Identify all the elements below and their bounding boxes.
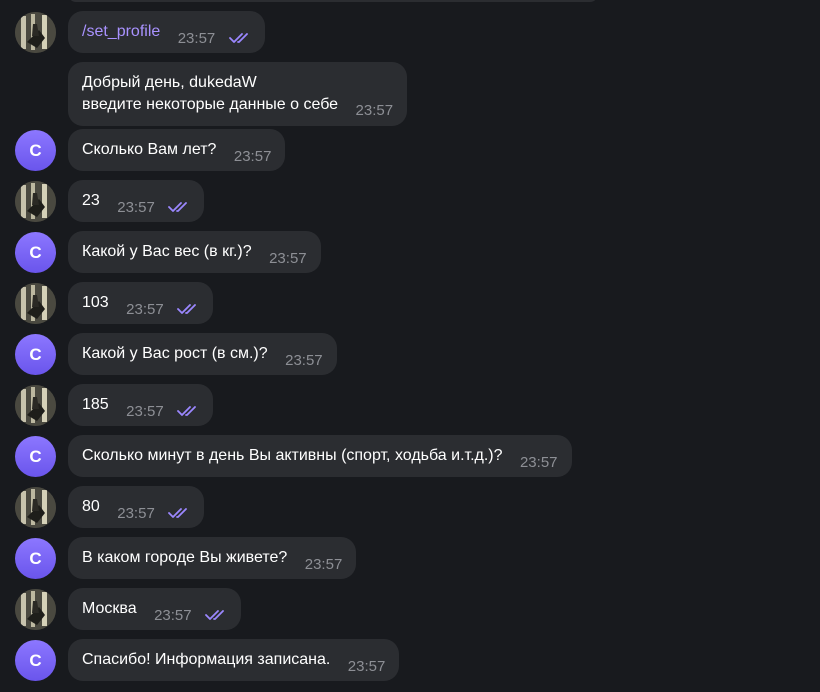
double-check-icon xyxy=(228,31,251,49)
bot-avatar[interactable]: C xyxy=(15,130,56,171)
user-avatar[interactable] xyxy=(15,181,56,222)
message-time: 23:57 xyxy=(126,301,164,318)
message-time: 23:57 xyxy=(355,102,394,119)
message-text: Москва xyxy=(82,600,137,617)
message-bubble[interactable]: 80 23:57 xyxy=(68,486,205,528)
bot-avatar[interactable]: C xyxy=(15,334,56,375)
message-time: 23:57 xyxy=(126,403,164,420)
message-bubble[interactable]: В каком городе Вы живете? 23:57 xyxy=(68,537,357,579)
message-row-bot: Добрый день, dukedaW введите некоторые д… xyxy=(15,62,820,126)
bot-avatar[interactable]: C xyxy=(15,232,56,273)
message-bubble[interactable]: Какой у Вас рост (в см.)? 23:57 xyxy=(68,333,337,375)
user-avatar[interactable] xyxy=(15,283,56,324)
message-row-user: Москва 23:57 xyxy=(15,588,820,630)
message-row-user: /set_profile 23:57 xyxy=(15,11,820,53)
message-text: 103 xyxy=(82,294,109,311)
user-avatar[interactable] xyxy=(15,385,56,426)
message-text: 185 xyxy=(82,396,109,413)
message-text: Какой у Вас рост (в см.)? xyxy=(82,345,268,362)
user-avatar[interactable] xyxy=(15,589,56,630)
chat-history: /set_profile 23:57 Добрый день, dukedaW … xyxy=(0,0,820,692)
user-photo-icon xyxy=(15,181,56,222)
message-time: 23:57 xyxy=(269,250,307,267)
message-row-bot: C В каком городе Вы живете? 23:57 xyxy=(15,537,820,579)
message-text: 23 xyxy=(82,192,100,209)
message-bubble[interactable]: Сколько Вам лет? 23:57 xyxy=(68,129,286,171)
message-bubble[interactable]: Москва 23:57 xyxy=(68,588,242,630)
message-time: 23:57 xyxy=(154,607,192,624)
message-text: Сколько Вам лет? xyxy=(82,141,217,158)
previous-message-bubble-edge xyxy=(68,0,598,2)
message-bubble[interactable]: 185 23:57 xyxy=(68,384,214,426)
message-time: 23:57 xyxy=(233,148,272,165)
message-bubble[interactable]: Сколько минут в день Вы активны (спорт, … xyxy=(68,435,572,477)
message-row-bot: C Какой у Вас рост (в см.)? 23:57 xyxy=(15,333,820,375)
message-bubble[interactable]: 23 23:57 xyxy=(68,180,205,222)
message-text: Спасибо! Информация записана. xyxy=(82,651,331,668)
command-link[interactable]: /set_profile xyxy=(82,21,160,43)
user-photo-icon xyxy=(15,283,56,324)
user-photo-icon xyxy=(15,385,56,426)
message-time: 23:57 xyxy=(117,505,155,522)
double-check-icon xyxy=(205,608,227,626)
message-text-line2: введите некоторые данные о себе xyxy=(82,96,339,113)
message-time: 23:57 xyxy=(177,30,216,47)
user-avatar[interactable] xyxy=(15,12,56,53)
message-bubble[interactable]: Добрый день, dukedaW введите некоторые д… xyxy=(68,62,408,126)
double-check-icon xyxy=(177,302,199,320)
message-row-bot: C Спасибо! Информация записана. 23:57 xyxy=(15,639,820,681)
user-avatar[interactable] xyxy=(15,487,56,528)
message-bubble[interactable]: Какой у Вас вес (в кг.)? 23:57 xyxy=(68,231,321,273)
message-row-user: 80 23:57 xyxy=(15,486,820,528)
user-photo-icon xyxy=(15,589,56,630)
message-bubble[interactable]: Спасибо! Информация записана. 23:57 xyxy=(68,639,400,681)
message-row-bot: C Сколько минут в день Вы активны (спорт… xyxy=(15,435,820,477)
message-row-bot: C Какой у Вас вес (в кг.)? 23:57 xyxy=(15,231,820,273)
message-row-user: 185 23:57 xyxy=(15,384,820,426)
message-bubble[interactable]: 103 23:57 xyxy=(68,282,214,324)
bot-avatar[interactable]: C xyxy=(15,640,56,681)
message-bubble[interactable]: /set_profile 23:57 xyxy=(68,11,265,53)
message-time: 23:57 xyxy=(117,199,155,216)
message-time: 23:57 xyxy=(519,454,558,471)
bot-avatar[interactable]: C xyxy=(15,436,56,477)
message-time: 23:57 xyxy=(285,352,323,369)
bot-avatar[interactable]: C xyxy=(15,538,56,579)
double-check-icon xyxy=(177,404,199,422)
message-text: Добрый день, dukedaW xyxy=(82,74,257,91)
user-photo-icon xyxy=(15,12,56,53)
double-check-icon xyxy=(168,506,190,524)
message-time: 23:57 xyxy=(347,658,386,675)
message-text: В каком городе Вы живете? xyxy=(82,549,288,566)
message-row-user: 103 23:57 xyxy=(15,282,820,324)
message-text: Сколько минут в день Вы активны (спорт, … xyxy=(82,447,503,464)
double-check-icon xyxy=(168,200,190,218)
message-text: Какой у Вас вес (в кг.)? xyxy=(82,243,252,260)
user-photo-icon xyxy=(15,487,56,528)
message-time: 23:57 xyxy=(304,556,343,573)
message-text: 80 xyxy=(82,498,100,515)
message-row-user: 23 23:57 xyxy=(15,180,820,222)
message-row-bot: C Сколько Вам лет? 23:57 xyxy=(15,129,820,171)
